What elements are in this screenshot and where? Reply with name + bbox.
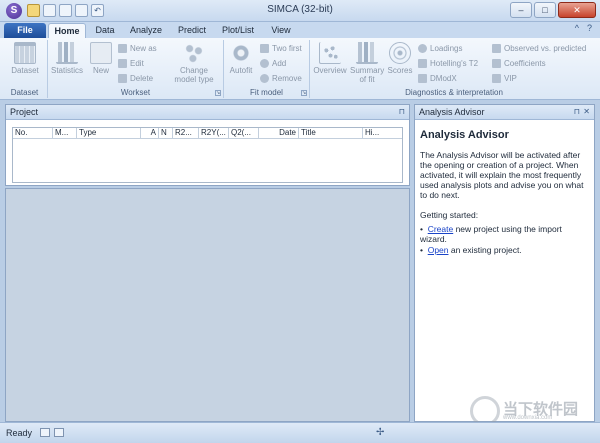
- coefficients-button[interactable]: Coefficients: [492, 59, 546, 68]
- group-label-dataset: Dataset: [10, 88, 39, 97]
- close-button[interactable]: ✕: [558, 2, 596, 18]
- new-workset-icon: [90, 42, 112, 64]
- group-workset: Statistics New New as Edit Delete Change…: [48, 40, 224, 98]
- add-component-button[interactable]: Add: [260, 59, 286, 68]
- dataset-button[interactable]: Dataset: [8, 42, 42, 75]
- vip-icon: [492, 74, 501, 83]
- two-first-icon: [260, 44, 269, 53]
- help-icon[interactable]: ?: [587, 23, 592, 33]
- hotellings-t2-icon: [418, 59, 427, 68]
- group-fit-model: Autofit Two first Add Remove Fit model ↘: [224, 40, 310, 98]
- scores-icon: [389, 42, 411, 64]
- delete-icon: [118, 74, 127, 83]
- col-type[interactable]: Type: [77, 128, 141, 138]
- new-workset-button[interactable]: New: [88, 42, 114, 75]
- overview-icon: [319, 42, 341, 64]
- advisor-heading: Analysis Advisor: [420, 129, 509, 141]
- new-as-button[interactable]: New as: [118, 44, 157, 53]
- ribbon-tabs: File Home Data Analyze Predict Plot/List…: [0, 22, 600, 38]
- observed-vs-predicted-icon: [492, 44, 501, 53]
- edit-icon: [118, 59, 127, 68]
- add-icon: [260, 59, 269, 68]
- getting-started-label: Getting started:: [420, 210, 479, 220]
- autofit-icon: [230, 42, 252, 64]
- group-label-fit-model: Fit model: [250, 88, 283, 97]
- dmodx-button[interactable]: DModX: [418, 74, 457, 83]
- list-item: • Create new project using the import wi…: [420, 224, 562, 244]
- tab-home[interactable]: Home: [48, 23, 86, 38]
- coefficients-icon: [492, 59, 501, 68]
- dataset-icon: [14, 42, 36, 64]
- summary-of-fit-button[interactable]: Summary of fit: [350, 42, 384, 84]
- tab-view[interactable]: View: [264, 23, 298, 38]
- col-q2[interactable]: Q2(...: [229, 128, 259, 138]
- advisor-close-icon[interactable]: ✕: [583, 105, 590, 119]
- advisor-intro: The Analysis Advisor will be activated a…: [420, 150, 584, 200]
- observed-vs-predicted-button[interactable]: Observed vs. predicted: [492, 44, 586, 53]
- hotellings-t2-button[interactable]: Hotelling's T2: [418, 59, 478, 68]
- col-date[interactable]: Date: [259, 128, 299, 138]
- col-model[interactable]: M...: [53, 128, 77, 138]
- col-no[interactable]: No.: [13, 128, 53, 138]
- col-r2[interactable]: R2...: [173, 128, 199, 138]
- analysis-advisor-panel: Analysis Advisor ⊓ ✕ Analysis Advisor Th…: [414, 104, 595, 422]
- col-hint[interactable]: Hi...: [363, 128, 383, 138]
- col-n[interactable]: N: [159, 128, 173, 138]
- col-title[interactable]: Title: [299, 128, 363, 138]
- two-first-button[interactable]: Two first: [260, 44, 302, 53]
- status-text: Ready: [6, 428, 33, 438]
- status-cross-icon: ✢: [376, 427, 385, 438]
- change-model-type-button[interactable]: Change model type: [168, 42, 220, 84]
- pin-icon[interactable]: ⊓: [399, 105, 405, 119]
- dmodx-icon: [418, 74, 427, 83]
- delete-button[interactable]: Delete: [118, 74, 153, 83]
- edit-button[interactable]: Edit: [118, 59, 144, 68]
- project-panel: Project ⊓ No. M... Type A N R2... R2Y(..…: [5, 104, 410, 186]
- col-r2y[interactable]: R2Y(...: [199, 128, 229, 138]
- project-panel-title: Project: [10, 107, 39, 117]
- status-window-icon[interactable]: [40, 428, 50, 437]
- new-as-icon: [118, 44, 127, 53]
- fit-model-launcher-icon[interactable]: ↘: [301, 90, 307, 96]
- create-project-link[interactable]: Create: [428, 224, 454, 234]
- advisor-panel-title: Analysis Advisor: [419, 107, 485, 117]
- status-grid-icon[interactable]: [54, 428, 64, 437]
- group-diagnostics: Overview Summary of fit Scores Loadings …: [310, 40, 598, 98]
- minimize-button[interactable]: –: [510, 2, 532, 18]
- summary-of-fit-icon: [356, 42, 378, 64]
- workspace-area: [5, 188, 410, 422]
- loadings-button[interactable]: Loadings: [418, 44, 462, 53]
- group-dataset: Dataset Dataset: [2, 40, 48, 98]
- project-table-header: No. M... Type A N R2... R2Y(... Q2(... D…: [13, 128, 402, 139]
- scores-button[interactable]: Scores: [386, 42, 414, 75]
- change-model-type-icon: [183, 42, 205, 64]
- tab-plot-list[interactable]: Plot/List: [216, 23, 260, 38]
- remove-icon: [260, 74, 269, 83]
- advisor-pin-icon[interactable]: ⊓: [574, 105, 580, 119]
- open-project-link[interactable]: Open: [428, 245, 449, 255]
- maximize-button[interactable]: □: [534, 2, 556, 18]
- tab-analyze[interactable]: Analyze: [124, 23, 168, 38]
- title-bar: S ↶ SIMCA (32-bit) – □ ✕: [0, 0, 600, 22]
- vip-button[interactable]: VIP: [492, 74, 517, 83]
- project-table: No. M... Type A N R2... R2Y(... Q2(... D…: [12, 127, 403, 183]
- minimize-ribbon-icon[interactable]: ^: [575, 23, 579, 33]
- tab-predict[interactable]: Predict: [172, 23, 212, 38]
- col-a[interactable]: A: [141, 128, 159, 138]
- list-item: • Open an existing project.: [420, 245, 522, 255]
- autofit-button[interactable]: Autofit: [226, 42, 256, 75]
- watermark-sub: www.downxia.com: [503, 415, 553, 421]
- group-label-diagnostics: Diagnostics & interpretation: [405, 88, 503, 97]
- status-bar: Ready ✢: [0, 422, 600, 443]
- ribbon: Dataset Dataset Statistics New New as Ed…: [0, 38, 600, 100]
- tab-file[interactable]: File: [4, 23, 46, 38]
- group-label-workset: Workset: [120, 88, 151, 97]
- loadings-icon: [418, 44, 427, 53]
- tab-data[interactable]: Data: [88, 23, 122, 38]
- workset-launcher-icon[interactable]: ↘: [215, 90, 221, 96]
- statistics-button[interactable]: Statistics: [50, 42, 84, 75]
- overview-button[interactable]: Overview: [312, 42, 348, 75]
- statistics-icon: [56, 42, 78, 64]
- remove-component-button[interactable]: Remove: [260, 74, 302, 83]
